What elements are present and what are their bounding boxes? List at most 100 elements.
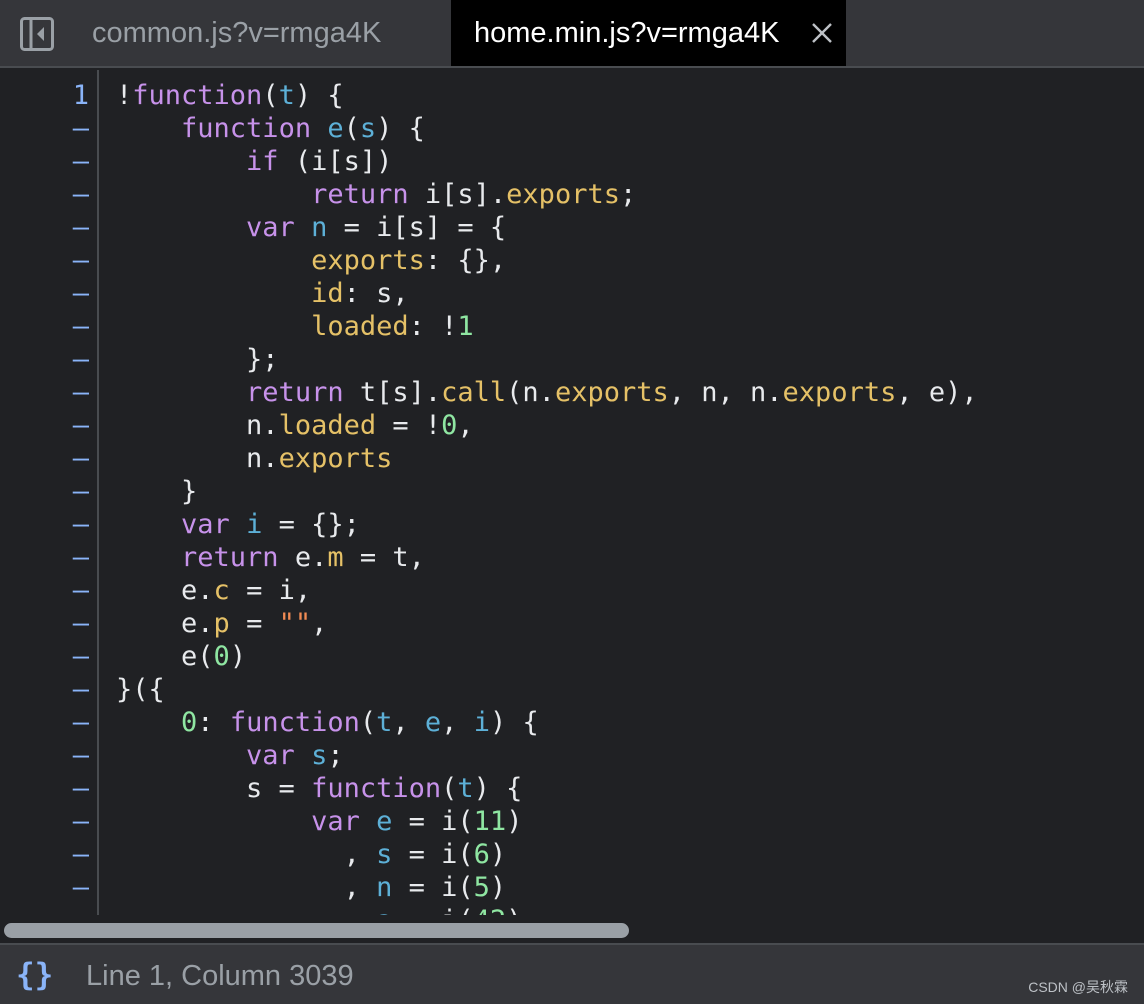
pretty-print-icon[interactable]: {} [16, 957, 53, 993]
tab-label: home.min.js?v=rmga4K [474, 16, 780, 49]
line-number[interactable]: – [73, 277, 89, 310]
line-number[interactable]: – [73, 706, 89, 739]
code-token: 0 [181, 707, 198, 738]
code-editor[interactable]: 1– – – – – – – – – – – – – – – – – – – – – – – – !function(t) {… [0, 70, 1144, 915]
code-token: e [327, 113, 344, 144]
code-token: ) { [376, 113, 425, 144]
code-line[interactable]: , n = i(5) [116, 871, 507, 904]
code-token: loaded [278, 410, 377, 441]
code-token: 5 [473, 872, 490, 903]
code-token: ( [441, 773, 458, 804]
line-number[interactable]: – [73, 772, 89, 805]
code-line[interactable]: }; [116, 343, 279, 376]
line-number[interactable]: – [73, 244, 89, 277]
code-line[interactable]: return t[s].call(n.exports, n, n.exports… [116, 376, 978, 409]
code-line[interactable]: var i = {}; [116, 508, 360, 541]
line-number[interactable]: – [73, 541, 89, 574]
code-line[interactable]: n.loaded = !0, [116, 409, 474, 442]
code-token: : {}, [424, 245, 507, 276]
code-line[interactable]: var n = i[s] = { [116, 211, 506, 244]
code-line[interactable]: return i[s].exports; [116, 178, 636, 211]
code-line[interactable]: function e(s) { [116, 112, 425, 145]
line-number[interactable]: – [73, 442, 89, 475]
code-token: 0 [441, 410, 458, 441]
code-token: e. [116, 575, 214, 606]
cursor-position: Line 1, Column 3039 [86, 960, 354, 992]
code-line[interactable]: s = function(t) { [116, 772, 522, 805]
line-number[interactable]: – [73, 871, 89, 904]
code-line[interactable]: loaded: !1 [116, 310, 474, 343]
line-number[interactable]: – [73, 574, 89, 607]
code-line[interactable]: id: s, [116, 277, 409, 310]
code-token: loaded [311, 311, 409, 342]
code-token: exports [278, 443, 393, 474]
code-token: exports [782, 377, 897, 408]
line-number[interactable]: – [73, 211, 89, 244]
code-line[interactable]: e(0) [116, 640, 246, 673]
tab-common-js[interactable]: common.js?v=rmga4K [72, 0, 450, 66]
code-token: = i( [392, 839, 474, 870]
code-line[interactable]: return e.m = t, [116, 541, 425, 574]
line-number[interactable]: – [73, 508, 89, 541]
line-number[interactable]: – [73, 178, 89, 211]
code-token: }({ [116, 674, 165, 705]
line-number[interactable]: – [73, 310, 89, 343]
code-line[interactable]: var e = i(11) [116, 805, 522, 838]
code-token: n [376, 872, 393, 903]
line-number[interactable]: – [73, 640, 89, 673]
code-token: t[s]. [343, 377, 442, 408]
line-number[interactable]: – [73, 838, 89, 871]
code-line[interactable]: }({ [116, 673, 165, 706]
code-line[interactable]: !function(t) { [116, 79, 344, 112]
code-line[interactable]: if (i[s]) [116, 145, 392, 178]
line-number[interactable]: – [73, 145, 89, 178]
code-token: 1 [457, 311, 474, 342]
line-number[interactable]: – [73, 376, 89, 409]
code-token: return [181, 542, 279, 573]
code-line[interactable]: n.exports [116, 442, 392, 475]
code-token: = {}; [262, 509, 360, 540]
code-line[interactable]: var s; [116, 739, 344, 772]
code-token: , [116, 905, 376, 915]
code-token: a [376, 905, 392, 915]
sidebar-toggle-icon[interactable] [20, 17, 54, 51]
line-number-gutter[interactable]: 1– – – – – – – – – – – – – – – – – – – – – – – – [0, 70, 99, 915]
line-number[interactable]: – [73, 805, 89, 838]
code-token: t [376, 707, 393, 738]
line-number[interactable]: – [73, 112, 89, 145]
code-line[interactable]: } [116, 475, 197, 508]
code-token: ) [489, 839, 507, 870]
code-line[interactable]: e.c = i, [116, 574, 311, 607]
code-token: , [457, 410, 474, 441]
code-token: }; [116, 344, 279, 375]
line-number[interactable]: – [73, 739, 89, 772]
code-token: , [392, 707, 425, 738]
close-icon[interactable] [810, 21, 834, 45]
code-token: exports [554, 377, 669, 408]
code-line[interactable]: , s = i(6) [116, 838, 507, 871]
code-token: i [246, 509, 263, 540]
code-token: i[s]. [408, 179, 507, 210]
code-token: , [116, 872, 377, 903]
code-token: n [311, 212, 328, 243]
line-number[interactable]: – [73, 673, 89, 706]
line-number[interactable]: – [73, 409, 89, 442]
code-line[interactable]: exports: {}, [116, 244, 506, 277]
code-line[interactable]: 0: function(t, e, i) { [116, 706, 539, 739]
code-line[interactable]: e.p = "", [116, 607, 327, 640]
horizontal-scrollbar[interactable] [0, 915, 1144, 945]
code-token: s [359, 113, 377, 144]
tab-home-min-js[interactable]: home.min.js?v=rmga4K [451, 0, 846, 66]
code-line[interactable]: , a = i(42) [116, 904, 523, 915]
line-number[interactable]: – [73, 607, 89, 640]
code-token: ; [619, 179, 637, 210]
code-token: ) { [489, 707, 539, 738]
line-number[interactable]: – [73, 475, 89, 508]
code-token: ) { [294, 80, 344, 111]
line-number[interactable]: 1 [73, 79, 89, 112]
line-number[interactable]: – [73, 343, 89, 376]
scrollbar-thumb[interactable] [4, 923, 629, 938]
